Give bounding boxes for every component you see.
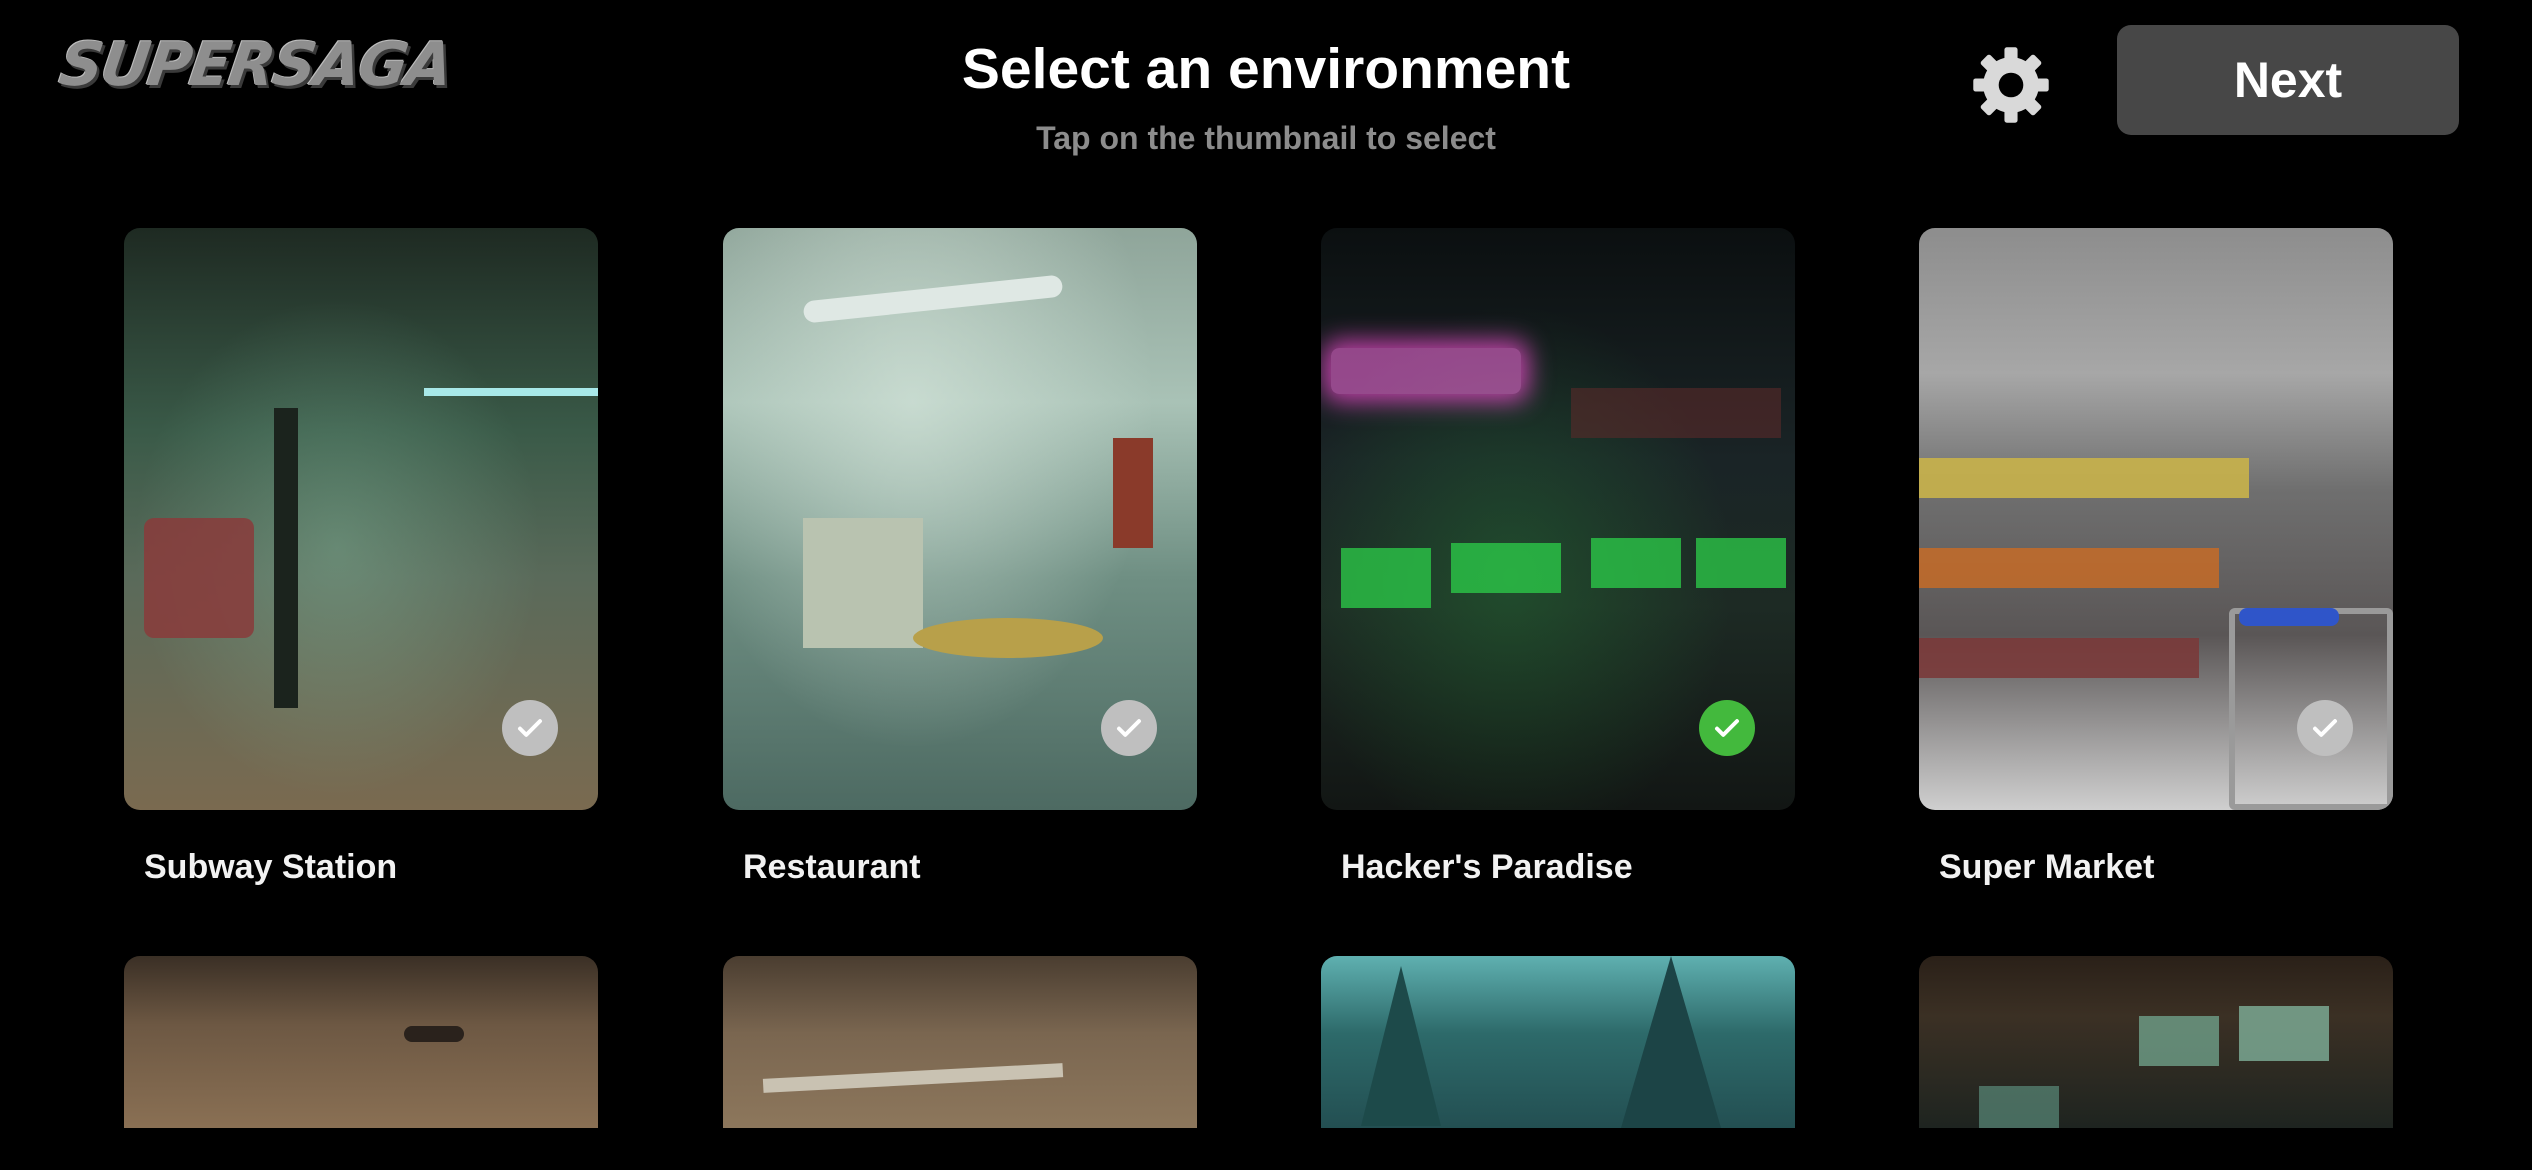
environment-card[interactable]: [723, 956, 1197, 1128]
selection-check: [2297, 700, 2353, 756]
environment-label: Hacker's Paradise: [1341, 848, 1633, 886]
environment-card-super-market[interactable]: Super Market: [1919, 228, 2393, 886]
environment-thumbnail[interactable]: [124, 956, 598, 1128]
environment-card[interactable]: [124, 956, 598, 1128]
checkmark-icon: [518, 719, 542, 737]
environment-thumbnail[interactable]: [1321, 228, 1795, 810]
selection-check: [502, 700, 558, 756]
environment-grid: Subway Station Restaurant Hacker's Parad…: [0, 0, 2532, 1170]
environment-thumbnail[interactable]: [1919, 228, 2393, 810]
environment-thumbnail[interactable]: [124, 228, 598, 810]
environment-label: Restaurant: [743, 848, 921, 886]
environment-thumbnail[interactable]: [1919, 956, 2393, 1128]
checkmark-icon: [1117, 719, 1141, 737]
checkmark-icon: [1715, 719, 1739, 737]
environment-card[interactable]: [1919, 956, 2393, 1128]
selection-check: [1101, 700, 1157, 756]
environment-label: Subway Station: [144, 848, 398, 886]
environment-card[interactable]: [1321, 956, 1795, 1128]
selection-check: [1699, 700, 1755, 756]
environment-card-hackers-paradise[interactable]: Hacker's Paradise: [1321, 228, 1795, 886]
environment-label: Super Market: [1939, 848, 2155, 886]
environment-thumbnail[interactable]: [723, 228, 1197, 810]
environment-card-restaurant[interactable]: Restaurant: [723, 228, 1197, 886]
environment-thumbnail[interactable]: [723, 956, 1197, 1128]
checkmark-icon: [2313, 719, 2337, 737]
environment-card-subway-station[interactable]: Subway Station: [124, 228, 598, 886]
environment-thumbnail[interactable]: [1321, 956, 1795, 1128]
